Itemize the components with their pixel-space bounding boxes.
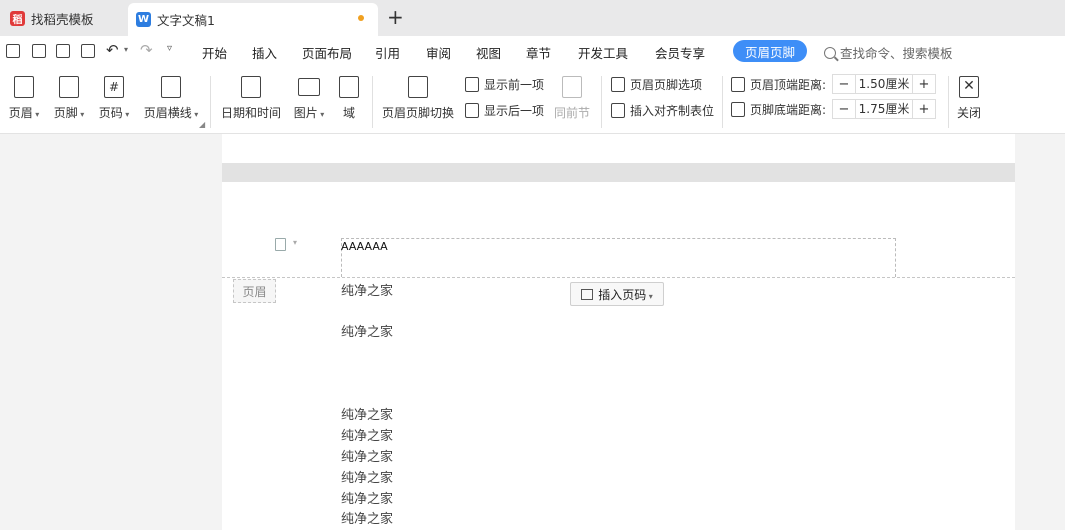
date-time-button[interactable]: 日期和时间 bbox=[219, 66, 283, 121]
header-text[interactable]: AAAAAA bbox=[341, 240, 388, 253]
page-gap bbox=[222, 163, 1015, 182]
close-icon: ✕ bbox=[959, 76, 979, 98]
insert-page-number-button[interactable]: 插入页码 bbox=[570, 282, 664, 306]
redo-icon[interactable]: ↷ bbox=[140, 41, 153, 59]
wps-writer-icon: W bbox=[136, 12, 151, 27]
divider bbox=[948, 76, 949, 128]
tab-template[interactable]: 稻 找稻壳模板 bbox=[2, 3, 126, 33]
undo-dropdown-icon[interactable]: ▾ bbox=[124, 45, 128, 54]
show-next-icon bbox=[465, 103, 479, 118]
header-button[interactable]: 页眉 bbox=[6, 66, 42, 121]
same-as-previous-icon bbox=[562, 76, 582, 98]
body-text-line[interactable]: 纯净之家 bbox=[341, 508, 393, 527]
increase-button[interactable]: + bbox=[913, 75, 935, 93]
close-header-footer-button[interactable]: ✕ 关闭 bbox=[955, 66, 983, 121]
footer-distance-icon bbox=[731, 102, 745, 117]
tab-bar: 稻 找稻壳模板 W 文字文稿1 + bbox=[0, 0, 1065, 36]
header-edit-area[interactable] bbox=[341, 238, 896, 277]
undo-icon[interactable]: ↶ bbox=[106, 41, 119, 59]
align-tab-icon bbox=[611, 103, 625, 118]
save-icon[interactable] bbox=[6, 44, 20, 58]
picture-icon bbox=[298, 78, 320, 96]
menu-view[interactable]: 视图 bbox=[476, 43, 501, 62]
page-number-icon: # bbox=[104, 76, 124, 98]
divider bbox=[210, 76, 211, 128]
search-placeholder: 查找命令、搜索模板 bbox=[840, 46, 953, 61]
header-top-distance-value[interactable]: 1.50厘米 bbox=[855, 75, 913, 93]
footer-bottom-distance-label: 页脚底端距离: bbox=[731, 101, 826, 118]
tab-document[interactable]: W 文字文稿1 bbox=[128, 3, 378, 36]
decrease-button[interactable]: − bbox=[833, 100, 855, 118]
header-icon bbox=[14, 76, 34, 98]
show-previous-icon bbox=[465, 77, 479, 92]
menu-header-footer[interactable]: 页眉页脚 bbox=[733, 40, 807, 62]
header-footer-switch-button[interactable]: 页眉页脚切换 bbox=[380, 66, 456, 121]
calendar-clock-icon bbox=[241, 76, 261, 98]
page-number-icon bbox=[581, 288, 594, 300]
header-top-distance-label: 页眉顶端距离: bbox=[731, 76, 826, 93]
document-icon[interactable] bbox=[275, 238, 286, 251]
menu-section[interactable]: 章节 bbox=[526, 43, 551, 62]
footer-icon bbox=[59, 76, 79, 98]
previous-page[interactable] bbox=[222, 134, 1015, 163]
page-number-button[interactable]: # 页码 bbox=[96, 66, 132, 121]
print-preview-icon[interactable] bbox=[81, 44, 95, 58]
body-text-line[interactable]: 纯净之家 bbox=[341, 321, 393, 340]
daoke-logo-icon: 稻 bbox=[10, 10, 25, 26]
search-icon bbox=[824, 46, 836, 59]
picture-button[interactable]: 图片 bbox=[291, 66, 327, 121]
header-line-button[interactable]: 页眉横线 bbox=[142, 66, 200, 121]
divider bbox=[722, 76, 723, 128]
tab-label: 找稻壳模板 bbox=[31, 11, 94, 27]
menu-member[interactable]: 会员专享 bbox=[655, 43, 705, 62]
print-icon[interactable] bbox=[56, 44, 70, 58]
footer-bottom-distance-value[interactable]: 1.75厘米 bbox=[855, 100, 913, 118]
increase-button[interactable]: + bbox=[913, 100, 935, 118]
same-as-previous-button[interactable]: 同前节 bbox=[553, 66, 591, 121]
header-tag: 页眉 bbox=[233, 279, 276, 303]
insert-align-tab-button[interactable]: 插入对齐制表位 bbox=[611, 102, 714, 119]
decrease-button[interactable]: − bbox=[833, 75, 855, 93]
header-top-distance-stepper[interactable]: − 1.50厘米 + bbox=[832, 74, 936, 94]
show-previous-button[interactable]: 显示前一项 bbox=[465, 76, 544, 93]
tab-label: 文字文稿1 bbox=[157, 13, 215, 28]
menu-references[interactable]: 引用 bbox=[375, 43, 400, 62]
body-text-line[interactable]: 纯净之家 bbox=[341, 280, 393, 299]
customize-dropdown-icon[interactable]: ▿ bbox=[167, 43, 172, 54]
menu-insert[interactable]: 插入 bbox=[252, 43, 277, 62]
footer-button[interactable]: 页脚 bbox=[51, 66, 87, 121]
export-pdf-icon[interactable] bbox=[32, 44, 46, 58]
header-distance-icon bbox=[731, 77, 745, 92]
new-tab-button[interactable]: + bbox=[387, 5, 404, 29]
command-search[interactable]: 查找命令、搜索模板 bbox=[824, 43, 953, 62]
header-footer-options-button[interactable]: 页眉页脚选项 bbox=[611, 76, 702, 93]
menu-layout[interactable]: 页面布局 bbox=[302, 43, 352, 62]
menu-review[interactable]: 审阅 bbox=[426, 43, 451, 62]
body-text-line[interactable]: 纯净之家 bbox=[341, 425, 393, 444]
chevron-down-icon[interactable]: ▾ bbox=[293, 238, 297, 247]
options-icon bbox=[611, 77, 625, 92]
show-next-button[interactable]: 显示后一项 bbox=[465, 102, 544, 119]
switch-icon bbox=[408, 76, 428, 98]
expand-corner-icon[interactable]: ◢ bbox=[199, 120, 205, 129]
menu-start[interactable]: 开始 bbox=[202, 43, 227, 62]
field-icon bbox=[339, 76, 359, 98]
menu-developer[interactable]: 开发工具 bbox=[578, 43, 628, 62]
body-text-line[interactable]: 纯净之家 bbox=[341, 488, 393, 507]
body-text-line[interactable]: 纯净之家 bbox=[341, 467, 393, 486]
body-text-line[interactable]: 纯净之家 bbox=[341, 404, 393, 423]
header-line-icon bbox=[161, 76, 181, 98]
menu-bar: ↶ ▾ ↷ ▿ 开始 插入 页面布局 引用 审阅 视图 章节 开发工具 会员专享… bbox=[0, 36, 1065, 66]
body-text-line[interactable]: 纯净之家 bbox=[341, 446, 393, 465]
ribbon: 页眉 页脚 # 页码 页眉横线 ◢ 日期和时间 图片 域 页眉页脚切换 显示前一… bbox=[0, 66, 1065, 134]
divider bbox=[372, 76, 373, 128]
field-button[interactable]: 域 bbox=[336, 66, 362, 121]
unsaved-dot-icon bbox=[358, 15, 364, 21]
footer-bottom-distance-stepper[interactable]: − 1.75厘米 + bbox=[832, 99, 936, 119]
header-boundary bbox=[222, 277, 1015, 278]
divider bbox=[601, 76, 602, 128]
